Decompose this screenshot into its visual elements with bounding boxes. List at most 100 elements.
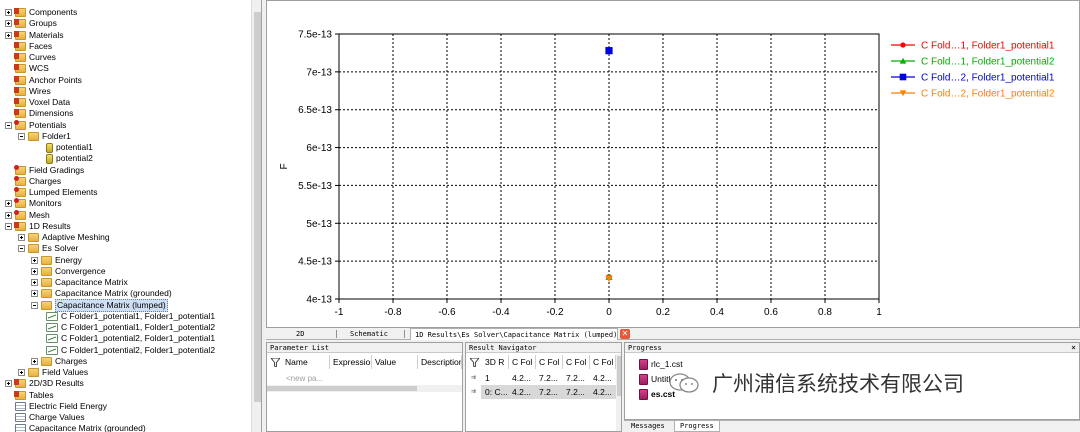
tab-2d[interactable]: 2D — [292, 328, 308, 340]
column-header-expression[interactable]: Expression — [330, 355, 372, 369]
tree-item[interactable]: Materials — [5, 30, 63, 41]
tree-item[interactable]: potential2 — [46, 153, 93, 164]
curve-result-icon — [46, 323, 58, 332]
new-parameter-placeholder[interactable]: <new pa... — [283, 372, 323, 386]
expand-icon[interactable] — [5, 211, 12, 219]
tree-item[interactable]: C Folder1_potential1, Folder1_potential2 — [46, 322, 215, 333]
scrollbar-thumb[interactable] — [254, 12, 261, 402]
tree-item[interactable]: 2D/3D Results — [5, 378, 84, 389]
collapse-icon[interactable] — [5, 121, 12, 129]
column-header-c2[interactable]: C Fol — [536, 355, 563, 369]
row-cell: 7.2... — [566, 373, 585, 383]
progress-item[interactable]: Untitl — [639, 373, 670, 386]
expand-icon[interactable] — [31, 256, 38, 264]
tree-item[interactable]: Energy — [31, 255, 82, 266]
collapse-icon[interactable] — [18, 132, 25, 140]
expand-icon[interactable] — [31, 279, 38, 286]
tree-item[interactable]: Faces — [5, 41, 52, 52]
folder-icon — [41, 278, 52, 287]
expand-icon[interactable] — [31, 267, 38, 275]
tree-item[interactable]: Wires — [5, 86, 51, 97]
folder-icon — [28, 368, 39, 377]
column-header-description[interactable]: Description — [418, 355, 462, 369]
horizontal-scrollbar[interactable] — [267, 385, 462, 392]
expand-icon[interactable] — [31, 290, 38, 298]
wechat-icon — [669, 373, 699, 393]
tree-item[interactable]: Charges — [5, 175, 61, 187]
column-header-3d-run[interactable]: 3D R — [482, 355, 509, 369]
tree-item[interactable]: Curves — [5, 52, 56, 63]
collapse-icon[interactable] — [5, 222, 12, 230]
tree-item-label: Voxel Data — [29, 97, 71, 107]
tree-item[interactable]: Capacitance Matrix — [31, 277, 128, 288]
row-cell: 7.2... — [539, 387, 558, 397]
tree-scrollbar[interactable] — [251, 0, 261, 432]
tree-item[interactable]: C Folder1_potential1, Folder1_potential1 — [46, 311, 215, 322]
tree-item-label: Anchor Points — [29, 74, 82, 85]
collapse-icon[interactable] — [31, 301, 38, 309]
expand-icon[interactable] — [31, 357, 38, 365]
tree-item[interactable]: Groups — [5, 18, 57, 29]
expand-icon[interactable] — [5, 380, 12, 388]
x-tick-label: -1 — [335, 307, 344, 318]
folder-icon — [14, 98, 26, 107]
tree-item[interactable]: Charge Values — [5, 412, 85, 423]
tree-item[interactable]: Field Values — [18, 367, 88, 378]
tab-progress[interactable]: Progress — [674, 421, 720, 432]
tree-item[interactable]: Anchor Points — [5, 75, 82, 86]
tree-item[interactable]: Capacitance Matrix (lumped) — [31, 298, 168, 312]
tree-item[interactable]: potential1 — [46, 142, 93, 153]
potential-icon — [46, 153, 53, 164]
tree-item[interactable]: Charges — [31, 356, 87, 367]
close-icon[interactable]: × — [1071, 343, 1076, 353]
panel-title: Parameter List — [267, 343, 462, 353]
tree-item[interactable]: Folder1 — [18, 131, 71, 142]
tree-item[interactable]: 1D Results — [5, 221, 71, 232]
collapse-icon[interactable] — [18, 245, 25, 253]
filter-icon[interactable] — [470, 358, 479, 367]
column-header-c1[interactable]: C Fol — [509, 355, 536, 369]
expand-icon[interactable] — [18, 234, 25, 241]
tree-item[interactable]: Tables — [5, 390, 54, 401]
tree-item[interactable]: C Folder1_potential2, Folder1_potential2 — [46, 345, 215, 356]
navigation-tree[interactable]: Components Groups Materials Faces Curves WCS A… — [0, 0, 262, 432]
tree-item[interactable]: Convergence — [31, 266, 106, 277]
tree-item[interactable]: Components — [5, 7, 77, 18]
tree-item-label: Monitors — [29, 198, 62, 209]
filter-icon[interactable] — [271, 358, 280, 367]
vertical-scrollbar[interactable] — [616, 354, 621, 431]
expand-icon[interactable] — [5, 31, 12, 39]
tree-item[interactable]: Monitors — [5, 198, 62, 209]
curve-result-icon — [46, 345, 58, 355]
folder-icon — [14, 75, 26, 85]
tree-item[interactable]: Potentials — [5, 119, 66, 131]
expand-icon[interactable] — [5, 20, 12, 28]
expand-icon[interactable] — [5, 9, 12, 16]
column-header-name[interactable]: Name — [282, 355, 330, 369]
tree-item[interactable]: Adaptive Meshing — [18, 232, 110, 243]
tree-item[interactable]: Voxel Data — [5, 97, 70, 108]
tree-item[interactable]: Field Gradings — [5, 164, 84, 176]
tree-item[interactable]: Mesh — [5, 209, 50, 221]
tree-item[interactable]: Electric Field Energy — [5, 401, 107, 412]
tab-close-icon[interactable]: ✕ — [620, 329, 630, 339]
tree-item[interactable]: Lumped Elements — [5, 187, 98, 198]
tree-item[interactable]: C Folder1_potential2, Folder1_potential1 — [46, 333, 215, 344]
column-header-c3[interactable]: C Fol — [563, 355, 590, 369]
tab-1d-results[interactable]: 1D Results\Es Solver\Capacitance Matrix … — [410, 328, 618, 340]
tab-schematic[interactable]: Schematic — [346, 328, 392, 340]
tree-item[interactable]: Es Solver — [18, 243, 78, 254]
tree-item[interactable]: Capacitance Matrix (grounded) — [5, 423, 146, 432]
panel-title: Result Navigator — [466, 343, 621, 353]
tree-item[interactable]: Dimensions — [5, 108, 73, 119]
tree-item-label: potential2 — [56, 153, 93, 164]
tree-item[interactable]: WCS — [5, 63, 49, 74]
tab-messages[interactable]: Messages — [626, 421, 670, 432]
column-header-c4[interactable]: C Fol — [590, 355, 616, 369]
x-tick-label: 0.2 — [656, 307, 670, 318]
column-header-value[interactable]: Value — [372, 355, 418, 369]
table-icon — [15, 413, 26, 422]
tree-item-label: Es Solver — [42, 243, 79, 254]
expand-icon[interactable] — [5, 200, 12, 208]
expand-icon[interactable] — [18, 369, 25, 376]
